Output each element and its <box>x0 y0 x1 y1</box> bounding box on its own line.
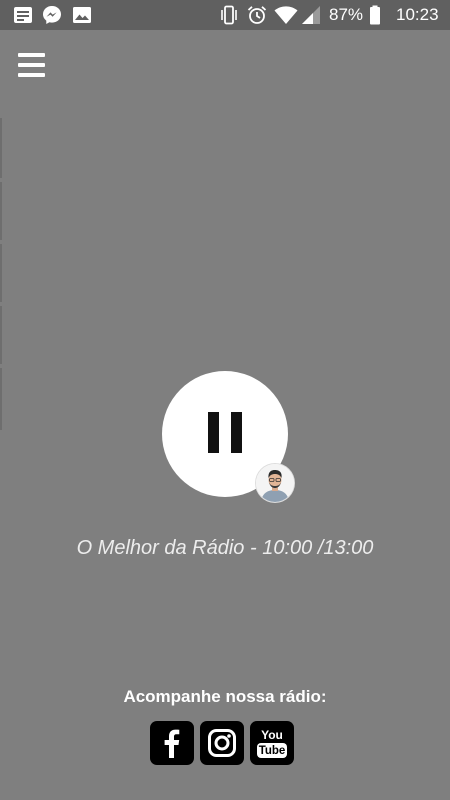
facebook-button[interactable] <box>150 721 194 765</box>
youtube-text-bottom: Tube <box>259 745 286 757</box>
vibrate-icon <box>221 5 237 25</box>
drawer-edge-tab[interactable] <box>0 244 2 302</box>
youtube-icon: You Tube <box>257 728 287 758</box>
drawer-edge-tab[interactable] <box>0 118 2 178</box>
signal-icon <box>302 6 320 24</box>
drawer-edge-tab[interactable] <box>0 368 2 430</box>
battery-icon <box>370 5 380 25</box>
drawer-edge-tab[interactable] <box>0 182 2 240</box>
alarm-icon <box>247 6 267 24</box>
status-bar: 87% 10:23 <box>0 0 450 30</box>
social-heading: Acompanhe nossa rádio: <box>123 687 327 706</box>
messenger-icon <box>43 6 61 24</box>
image-icon <box>73 7 91 23</box>
instagram-icon <box>208 729 236 757</box>
hamburger-menu-icon[interactable] <box>16 52 46 78</box>
facebook-icon <box>164 729 180 758</box>
battery-level: 87% <box>329 5 364 24</box>
youtube-text-top: You <box>261 728 283 742</box>
clock: 10:23 <box>396 5 439 24</box>
notes-icon <box>14 7 32 23</box>
drawer-edge-tab[interactable] <box>0 306 2 364</box>
instagram-button[interactable] <box>200 721 244 765</box>
host-avatar <box>256 464 294 502</box>
program-title: O Melhor da Rádio - 10:00 /13:00 <box>76 537 374 559</box>
wifi-icon <box>274 6 298 24</box>
youtube-button[interactable]: You Tube <box>250 721 294 765</box>
